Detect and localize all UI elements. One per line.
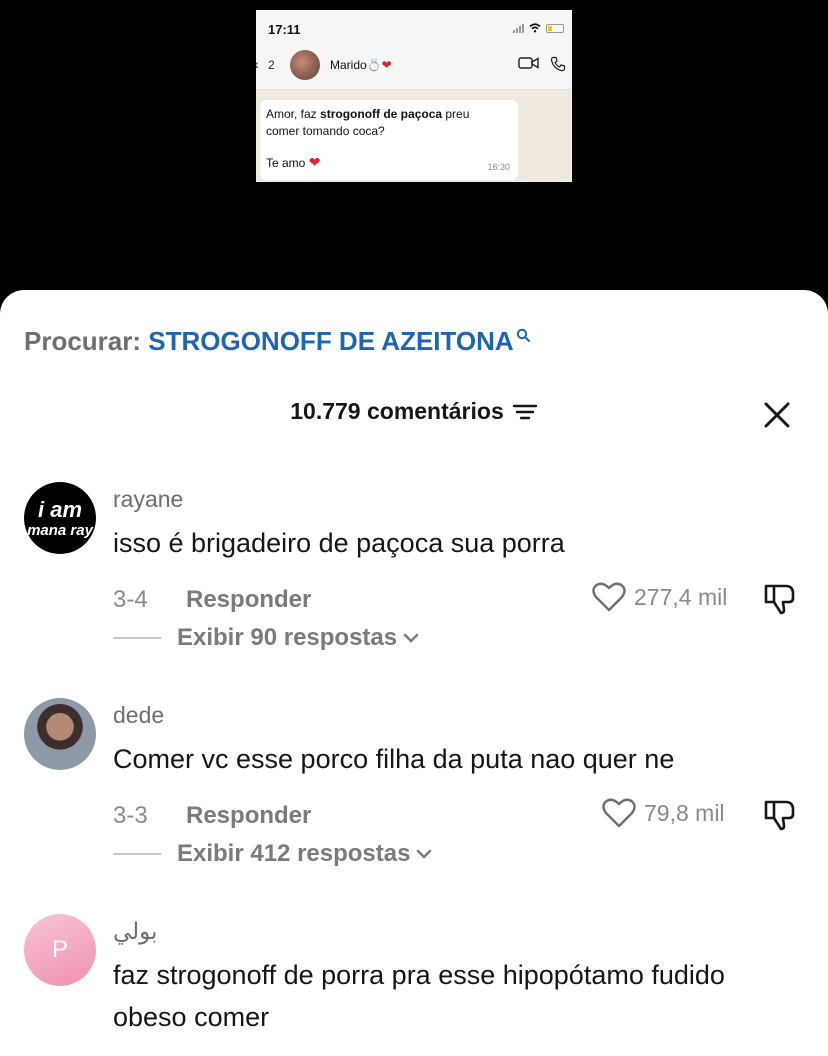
search-icon <box>516 328 530 342</box>
chevron-left-icon: ‹ <box>256 56 259 72</box>
phone-call-icon <box>550 56 566 72</box>
chat-screenshot: 17:11 ‹ 2 Marido💍❤ <box>256 10 572 182</box>
sort-filter-icon[interactable] <box>512 402 538 422</box>
dislike-icon[interactable] <box>762 796 798 832</box>
wifi-icon <box>529 23 541 33</box>
back-count: 2 <box>268 58 275 72</box>
comments-sheet: Procurar: STROGONOFF DE AZEITONA 10.779 … <box>0 290 828 1056</box>
like-button[interactable]: 277,4 mil <box>592 582 727 612</box>
comment-date: 3-3 <box>113 802 148 829</box>
avatar[interactable]: P <box>24 914 96 986</box>
view-replies-button[interactable]: Exibir 412 respostas <box>113 840 432 868</box>
like-button[interactable]: 79,8 mil <box>602 798 725 828</box>
contact-name: Marido💍❤ <box>330 58 392 72</box>
reply-button[interactable]: Responder <box>186 802 311 830</box>
search-label: Procurar: <box>24 326 149 356</box>
signal-icon <box>513 23 524 33</box>
avatar[interactable]: i am mana ray <box>24 482 96 554</box>
divider <box>113 637 161 639</box>
message-line-3: Te amo ❤ <box>266 154 321 170</box>
phone-time: 17:11 <box>268 22 301 37</box>
chevron-down-icon <box>417 849 432 859</box>
chat-header: ‹ 2 Marido💍❤ <box>256 40 572 90</box>
contact-avatar <box>290 50 320 80</box>
view-replies-button[interactable]: Exibir 90 respostas <box>113 624 419 652</box>
comment-count: 10.779 comentários <box>290 398 504 424</box>
avatar[interactable] <box>24 698 96 770</box>
video-call-icon <box>518 57 539 69</box>
comment-username[interactable]: rayane <box>113 486 183 513</box>
heart-emoji-icon: ❤ <box>381 58 392 72</box>
heart-icon <box>602 798 636 828</box>
call-icons <box>518 56 566 72</box>
search-term-link[interactable]: STROGONOFF DE AZEITONA <box>148 326 513 356</box>
battery-icon <box>546 23 564 33</box>
message-line-1: Amor, faz strogonoff de paçoca preu <box>266 107 470 121</box>
status-icons <box>513 23 564 33</box>
like-count: 277,4 mil <box>634 583 728 610</box>
message-line-2: comer tomando coca? <box>266 124 385 138</box>
message-bubble: Amor, faz strogonoff de paçoca preu come… <box>260 100 518 180</box>
comment-text: faz strogonoff de porra pra esse hipopót… <box>113 960 725 1032</box>
close-icon[interactable] <box>764 402 790 428</box>
message-time: 16:30 <box>487 162 510 172</box>
chevron-down-icon <box>403 633 419 643</box>
reply-button[interactable]: Responder <box>186 586 311 614</box>
related-search[interactable]: Procurar: STROGONOFF DE AZEITONA <box>24 326 530 357</box>
heart-emoji-icon: ❤ <box>308 154 321 170</box>
dislike-icon[interactable] <box>762 580 798 616</box>
heart-icon <box>592 582 626 612</box>
comments-header: 10.779 comentários <box>0 398 828 425</box>
comment-username[interactable]: بولي <box>113 918 157 945</box>
like-count: 79,8 mil <box>644 799 725 826</box>
comment-date: 3-4 <box>113 586 148 613</box>
comment-username[interactable]: dede <box>113 702 164 729</box>
divider <box>113 853 161 855</box>
video-player[interactable]: 17:11 ‹ 2 Marido💍❤ <box>0 0 828 300</box>
comment-text: isso é brigadeiro de paçoca sua porra <box>113 528 565 558</box>
comment-text: Comer vc esse porco filha da puta nao qu… <box>113 744 675 774</box>
